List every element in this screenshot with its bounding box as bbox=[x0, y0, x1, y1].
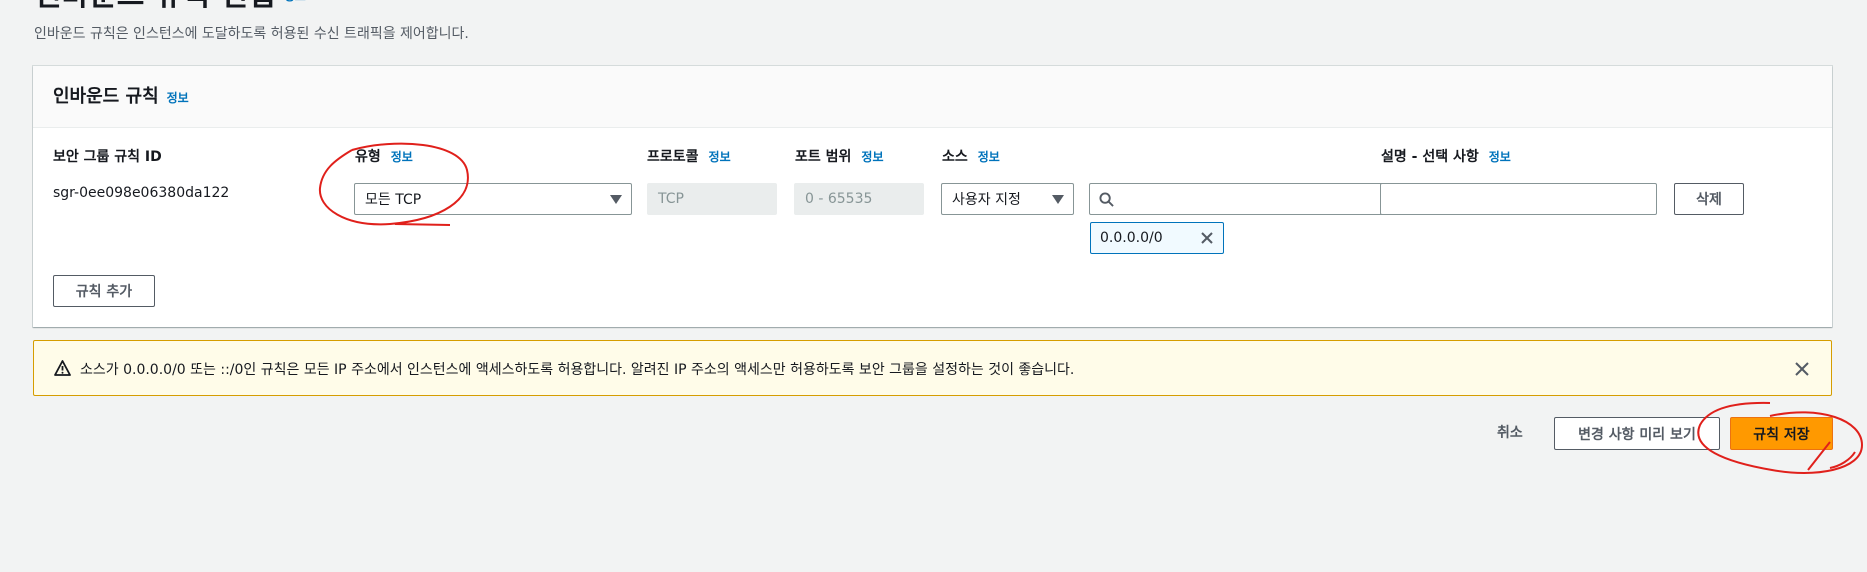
preview-changes-button[interactable]: 변경 사항 미리 보기 bbox=[1554, 417, 1720, 450]
source-cidr-value: 0.0.0.0/0 bbox=[1100, 230, 1163, 246]
port-range-value: 0 - 65535 bbox=[805, 191, 873, 207]
page-title-text: 인바운드 규칙 편집 bbox=[34, 0, 276, 13]
column-source-text: 소스 bbox=[942, 149, 968, 165]
search-icon bbox=[1099, 192, 1114, 207]
page-info-link[interactable]: 정보 bbox=[284, 0, 306, 3]
column-protocol: 프로토콜 정보 bbox=[647, 146, 731, 166]
type-info-link[interactable]: 정보 bbox=[391, 150, 413, 164]
column-type: 유형 정보 bbox=[355, 146, 413, 166]
column-type-text: 유형 bbox=[355, 149, 381, 165]
column-description-text: 설명 - 선택 사항 bbox=[1381, 149, 1479, 165]
port-range-field: 0 - 65535 bbox=[794, 183, 924, 215]
save-rules-button[interactable]: 규칙 저장 bbox=[1730, 417, 1833, 450]
type-select[interactable]: 모든 TCP bbox=[354, 183, 632, 215]
add-rule-button[interactable]: 규칙 추가 bbox=[53, 275, 155, 307]
inbound-rules-panel: 인바운드 규칙 정보 보안 그룹 규칙 ID 유형 정보 프로토콜 정보 포트 범위 정… bbox=[33, 66, 1832, 327]
cancel-button[interactable]: 취소 bbox=[1497, 422, 1523, 442]
source-info-link[interactable]: 정보 bbox=[978, 150, 1000, 164]
warning-alert: 소스가 0.0.0.0/0 또는 ::/0인 규칙은 모든 IP 주소에서 인스… bbox=[33, 340, 1832, 396]
caret-down-icon bbox=[1052, 195, 1064, 204]
protocol-value: TCP bbox=[658, 191, 684, 207]
description-info-link[interactable]: 정보 bbox=[1489, 150, 1511, 164]
column-port-range: 포트 범위 정보 bbox=[795, 146, 884, 166]
close-icon[interactable] bbox=[1200, 231, 1214, 245]
source-search-input[interactable] bbox=[1089, 183, 1398, 215]
page-description: 인바운드 규칙은 인스턴스에 도달하도록 허용된 수신 트래픽을 제어합니다. bbox=[34, 26, 469, 42]
description-input[interactable] bbox=[1380, 183, 1657, 215]
panel-title: 인바운드 규칙 정보 bbox=[53, 82, 189, 108]
page-title: 인바운드 규칙 편집 정보 bbox=[34, 0, 306, 14]
column-source: 소스 정보 bbox=[942, 146, 1000, 166]
rule-id: sgr-0ee098e06380da122 bbox=[53, 185, 230, 201]
port-range-info-link[interactable]: 정보 bbox=[861, 150, 883, 164]
protocol-field: TCP bbox=[647, 183, 777, 215]
warning-message: 소스가 0.0.0.0/0 또는 ::/0인 규칙은 모든 IP 주소에서 인스… bbox=[80, 362, 1075, 378]
column-rule-id-text: 보안 그룹 규칙 ID bbox=[53, 149, 162, 165]
close-icon[interactable] bbox=[1794, 361, 1810, 377]
panel-header: 인바운드 규칙 정보 bbox=[33, 66, 1832, 128]
caret-down-icon bbox=[610, 195, 622, 204]
source-type-select[interactable]: 사용자 지정 bbox=[941, 183, 1074, 215]
column-port-range-text: 포트 범위 bbox=[795, 149, 852, 165]
panel-info-link[interactable]: 정보 bbox=[167, 91, 189, 105]
warning-icon bbox=[54, 360, 71, 376]
delete-button[interactable]: 삭제 bbox=[1674, 183, 1744, 215]
source-type-value: 사용자 지정 bbox=[952, 192, 1021, 208]
column-rule-id: 보안 그룹 규칙 ID bbox=[53, 146, 162, 166]
column-protocol-text: 프로토콜 bbox=[647, 149, 699, 165]
column-description: 설명 - 선택 사항 정보 bbox=[1381, 146, 1511, 166]
type-select-value: 모든 TCP bbox=[365, 192, 422, 208]
source-cidr-token: 0.0.0.0/0 bbox=[1090, 222, 1224, 254]
protocol-info-link[interactable]: 정보 bbox=[709, 150, 731, 164]
panel-title-text: 인바운드 규칙 bbox=[53, 86, 159, 107]
